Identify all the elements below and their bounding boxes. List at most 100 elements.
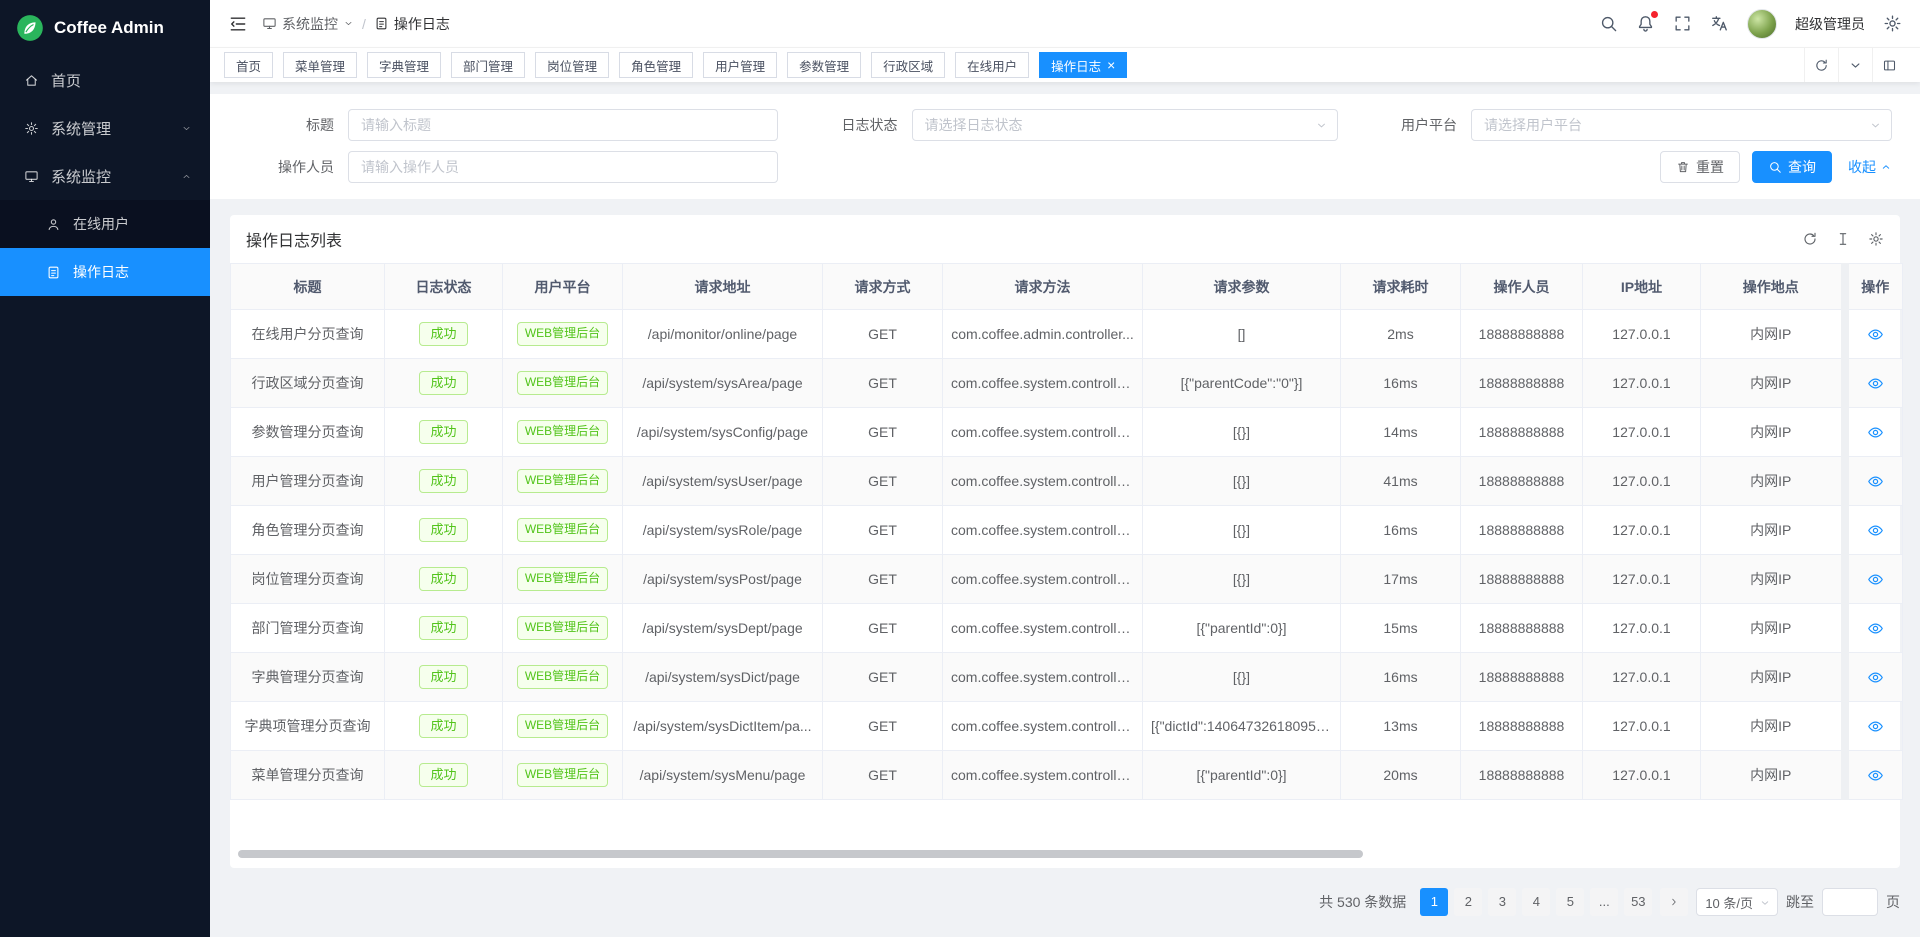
- search-icon[interactable]: [1599, 14, 1618, 33]
- cell-title: 字典管理分页查询: [231, 653, 385, 702]
- column-header: 请求地址: [623, 264, 823, 310]
- log-status-select[interactable]: 请选择日志状态: [912, 109, 1338, 141]
- notification-bell-icon[interactable]: [1636, 14, 1655, 33]
- operator-input[interactable]: [348, 151, 778, 183]
- notification-dot: [1651, 11, 1658, 18]
- fullscreen-icon[interactable]: [1673, 14, 1692, 33]
- cell-ip: 127.0.0.1: [1583, 359, 1701, 408]
- tab-item[interactable]: 字典管理: [367, 52, 441, 78]
- jump-page-input[interactable]: [1822, 888, 1878, 916]
- reset-button[interactable]: 重置: [1660, 151, 1740, 183]
- view-detail-icon[interactable]: [1867, 767, 1884, 784]
- card-title: 操作日志列表: [246, 227, 342, 251]
- view-detail-icon[interactable]: [1867, 669, 1884, 686]
- tab-item[interactable]: 在线用户: [955, 52, 1029, 78]
- cell-platform: WEB管理后台: [503, 555, 623, 604]
- sidebar-collapse-icon[interactable]: [228, 14, 248, 34]
- table-body: 在线用户分页查询成功WEB管理后台/api/monitor/online/pag…: [231, 310, 1903, 800]
- table-row: 角色管理分页查询成功WEB管理后台/api/system/sysRole/pag…: [231, 506, 1903, 555]
- cell-location: 内网IP: [1701, 506, 1845, 555]
- chevron-down-icon[interactable]: [1838, 48, 1872, 82]
- horizontal-scrollbar-thumb[interactable]: [238, 850, 1363, 858]
- column-header: 操作人员: [1461, 264, 1583, 310]
- cell-status: 成功: [385, 604, 503, 653]
- cell-platform: WEB管理后台: [503, 604, 623, 653]
- user-platform-select[interactable]: 请选择用户平台: [1471, 109, 1892, 141]
- log-icon: [374, 16, 389, 31]
- avatar[interactable]: [1747, 9, 1777, 39]
- breadcrumb-label: 操作日志: [394, 14, 450, 34]
- cell-status: 成功: [385, 702, 503, 751]
- tab-item[interactable]: 首页: [224, 52, 273, 78]
- leaf-logo-icon: [16, 14, 44, 42]
- refresh-icon[interactable]: [1804, 48, 1838, 82]
- collapse-filters-link[interactable]: 收起: [1848, 157, 1892, 177]
- cell-operator: 18888888888: [1461, 653, 1583, 702]
- view-detail-icon[interactable]: [1867, 522, 1884, 539]
- column-settings-gear-icon[interactable]: [1868, 231, 1884, 247]
- sidebar-item-operation-log[interactable]: 操作日志: [0, 248, 210, 296]
- topbar: 系统监控 / 操作日志 超级管理员: [210, 0, 1920, 48]
- tab-item[interactable]: 部门管理: [451, 52, 525, 78]
- tab-item[interactable]: 操作日志×: [1039, 52, 1127, 78]
- tab-close-icon[interactable]: ×: [1107, 58, 1115, 72]
- sidebar-item-system-monitor[interactable]: 系统监控: [0, 152, 210, 200]
- tab-item[interactable]: 参数管理: [787, 52, 861, 78]
- cell-url: /api/system/sysConfig/page: [623, 408, 823, 457]
- cell-params: []: [1143, 310, 1341, 359]
- view-detail-icon[interactable]: [1867, 571, 1884, 588]
- cell-duration: 2ms: [1341, 310, 1461, 359]
- layout-icon[interactable]: [1872, 48, 1906, 82]
- breadcrumb-item-monitor[interactable]: 系统监控: [262, 14, 354, 34]
- page-button[interactable]: 53: [1624, 888, 1652, 916]
- search-button[interactable]: 查询: [1752, 151, 1832, 183]
- page-button[interactable]: 3: [1488, 888, 1516, 916]
- tab-item[interactable]: 岗位管理: [535, 52, 609, 78]
- page-button[interactable]: 2: [1454, 888, 1482, 916]
- cell-location: 内网IP: [1701, 751, 1845, 800]
- cell-operator: 18888888888: [1461, 506, 1583, 555]
- cell-title: 角色管理分页查询: [231, 506, 385, 555]
- view-detail-icon[interactable]: [1867, 424, 1884, 441]
- cell-url: /api/system/sysMenu/page: [623, 751, 823, 800]
- next-page-button[interactable]: [1660, 888, 1688, 916]
- tab-item[interactable]: 菜单管理: [283, 52, 357, 78]
- tab-label: 行政区域: [883, 56, 933, 75]
- view-detail-icon[interactable]: [1867, 473, 1884, 490]
- tab-item[interactable]: 行政区域: [871, 52, 945, 78]
- cell-ip: 127.0.0.1: [1583, 457, 1701, 506]
- user-name[interactable]: 超级管理员: [1795, 14, 1865, 34]
- view-detail-icon[interactable]: [1867, 620, 1884, 637]
- cell-title: 行政区域分页查询: [231, 359, 385, 408]
- cell-title: 菜单管理分页查询: [231, 751, 385, 800]
- cell-operator: 18888888888: [1461, 359, 1583, 408]
- title-input[interactable]: [348, 109, 778, 141]
- cell-action: [1845, 310, 1903, 359]
- row-height-icon[interactable]: [1835, 231, 1851, 247]
- tab-item[interactable]: 用户管理: [703, 52, 777, 78]
- cell-title: 部门管理分页查询: [231, 604, 385, 653]
- tab-item[interactable]: 角色管理: [619, 52, 693, 78]
- page-button[interactable]: 5: [1556, 888, 1584, 916]
- page-button[interactable]: 4: [1522, 888, 1550, 916]
- view-detail-icon[interactable]: [1867, 718, 1884, 735]
- sidebar-item-online-users[interactable]: 在线用户: [0, 200, 210, 248]
- cell-duration: 41ms: [1341, 457, 1461, 506]
- cell-url: /api/monitor/online/page: [623, 310, 823, 359]
- refresh-icon[interactable]: [1802, 231, 1818, 247]
- cell-ip: 127.0.0.1: [1583, 751, 1701, 800]
- page-size-select[interactable]: 10 条/页: [1696, 888, 1778, 916]
- jump-label: 跳至: [1786, 892, 1814, 912]
- platform-badge: WEB管理后台: [517, 567, 608, 590]
- cell-url: /api/system/sysRole/page: [623, 506, 823, 555]
- view-detail-icon[interactable]: [1867, 375, 1884, 392]
- translate-icon[interactable]: [1710, 14, 1729, 33]
- sidebar-item-system-management[interactable]: 系统管理: [0, 104, 210, 152]
- sidebar-item-home[interactable]: 首页: [0, 56, 210, 104]
- settings-gear-icon[interactable]: [1883, 14, 1902, 33]
- page-button[interactable]: 1: [1420, 888, 1448, 916]
- view-detail-icon[interactable]: [1867, 326, 1884, 343]
- cell-location: 内网IP: [1701, 702, 1845, 751]
- breadcrumb-item-operation-log: 操作日志: [374, 14, 450, 34]
- log-icon: [46, 265, 61, 280]
